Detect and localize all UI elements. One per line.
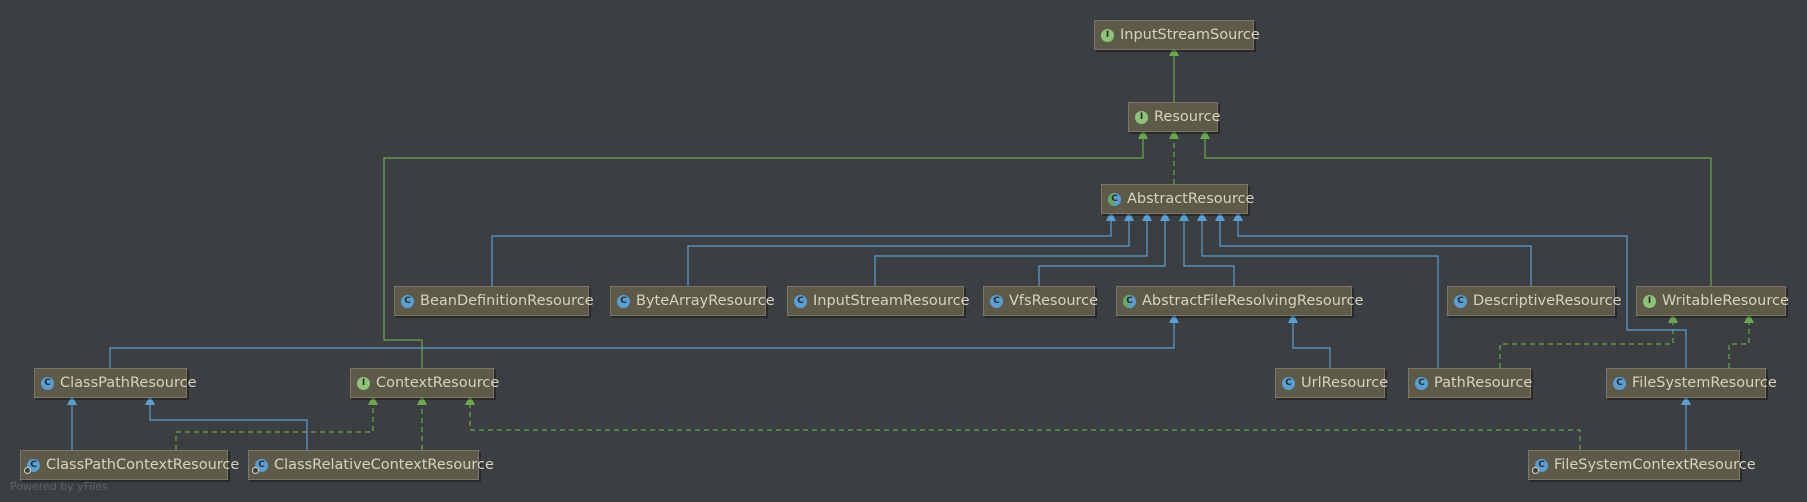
node-label: WritableResource <box>1662 293 1789 309</box>
node-label: FileSystemContextResource <box>1554 457 1756 473</box>
class-icon: C <box>401 294 414 308</box>
node-input-stream-resource[interactable]: C InputStreamResource <box>787 286 970 316</box>
inner-class-icon: C <box>24 458 40 474</box>
node-label: ClassRelativeContextResource <box>274 457 494 473</box>
node-bean-definition-resource[interactable]: C BeanDefinitionResource <box>394 286 594 316</box>
edge-layer <box>67 46 1754 450</box>
edge-classpath-abstractfileresolving <box>109 313 1179 368</box>
node-label: AbstractResource <box>1127 191 1255 207</box>
edge-inputstream-abstractresource <box>874 211 1152 286</box>
node-class-relative-context-resource[interactable]: C ClassRelativeContextResource <box>248 450 494 480</box>
node-descriptive-resource[interactable]: C DescriptiveResource <box>1447 286 1622 316</box>
node-label: AbstractFileResolvingResource <box>1142 293 1364 309</box>
node-class-path-context-resource[interactable]: C ClassPathContextResource <box>20 450 239 480</box>
edge-pathresource-writableresource <box>1499 313 1678 368</box>
node-class-path-resource[interactable]: C ClassPathResource <box>34 368 197 398</box>
class-icon: C <box>990 294 1003 308</box>
node-abstract-resource[interactable]: C AbstractResource <box>1101 184 1254 214</box>
node-abstract-file-resolving-resource[interactable]: C AbstractFileResolvingResource <box>1116 286 1363 316</box>
node-path-resource[interactable]: C PathResource <box>1408 368 1533 398</box>
node-label: InputStreamResource <box>813 293 970 309</box>
node-url-resource[interactable]: C UrlResource <box>1275 368 1389 398</box>
edge-bytearray-abstractresource <box>687 211 1134 286</box>
class-icon: C <box>1415 376 1428 390</box>
node-label: ClassPathResource <box>60 375 197 391</box>
inner-class-icon: C <box>1532 458 1548 474</box>
interface-icon: I <box>1643 294 1656 308</box>
class-icon: C <box>1454 294 1467 308</box>
edge-abstractfileresolving-abstractresource <box>1179 211 1235 286</box>
node-label: FileSystemResource <box>1632 375 1777 391</box>
node-resource[interactable]: I Resource <box>1128 102 1221 132</box>
edge-descriptive-abstractresource <box>1215 211 1532 286</box>
inner-class-icon: C <box>252 458 268 474</box>
interface-icon: I <box>1101 28 1114 42</box>
node-vfs-resource[interactable]: C VfsResource <box>983 286 1099 316</box>
node-input-stream-source[interactable]: I InputStreamSource <box>1094 20 1260 50</box>
interface-icon: I <box>1135 110 1148 124</box>
node-label: PathResource <box>1434 375 1533 391</box>
class-icon: C <box>617 294 630 308</box>
node-label: UrlResource <box>1301 375 1389 391</box>
class-diagram: I InputStreamSource I Resource C Abstrac… <box>0 0 1807 502</box>
edge-contextresource-resource <box>383 129 1148 368</box>
node-file-system-resource[interactable]: C FileSystemResource <box>1606 368 1777 398</box>
node-label: ByteArrayResource <box>636 293 775 309</box>
edge-vfs-abstractresource <box>1038 211 1170 286</box>
edge-beandefinition-abstractresource <box>491 211 1116 286</box>
node-label: ContextResource <box>376 375 500 391</box>
interface-icon: I <box>357 376 370 390</box>
node-writable-resource[interactable]: I WritableResource <box>1636 286 1789 316</box>
edge-url-abstractfileresolving <box>1288 313 1331 368</box>
class-icon: C <box>1613 376 1626 390</box>
node-label: DescriptiveResource <box>1473 293 1622 309</box>
class-icon: C <box>41 376 54 390</box>
class-icon: C <box>794 294 807 308</box>
abstract-class-icon: C <box>1108 192 1121 206</box>
node-label: ClassPathContextResource <box>46 457 240 473</box>
node-label: BeanDefinitionResource <box>420 293 594 309</box>
abstract-class-icon: C <box>1123 294 1136 308</box>
class-icon: C <box>1282 376 1295 390</box>
edge-classpathcontext-contextresource <box>175 395 378 450</box>
node-label: Resource <box>1154 109 1221 125</box>
node-label: VfsResource <box>1009 293 1099 309</box>
edge-writableresource-resource <box>1200 129 1712 286</box>
edge-filesystemresource-writableresource <box>1728 313 1754 368</box>
watermark: Powered by yFiles <box>10 480 108 493</box>
node-label: InputStreamSource <box>1120 27 1260 43</box>
node-byte-array-resource[interactable]: C ByteArrayResource <box>610 286 775 316</box>
edge-classrelativecontext-classpath <box>145 395 308 450</box>
node-file-system-context-resource[interactable]: C FileSystemContextResource <box>1528 450 1756 480</box>
edge-filesystemcontext-contextresource <box>465 395 1581 450</box>
node-context-resource[interactable]: I ContextResource <box>350 368 499 398</box>
